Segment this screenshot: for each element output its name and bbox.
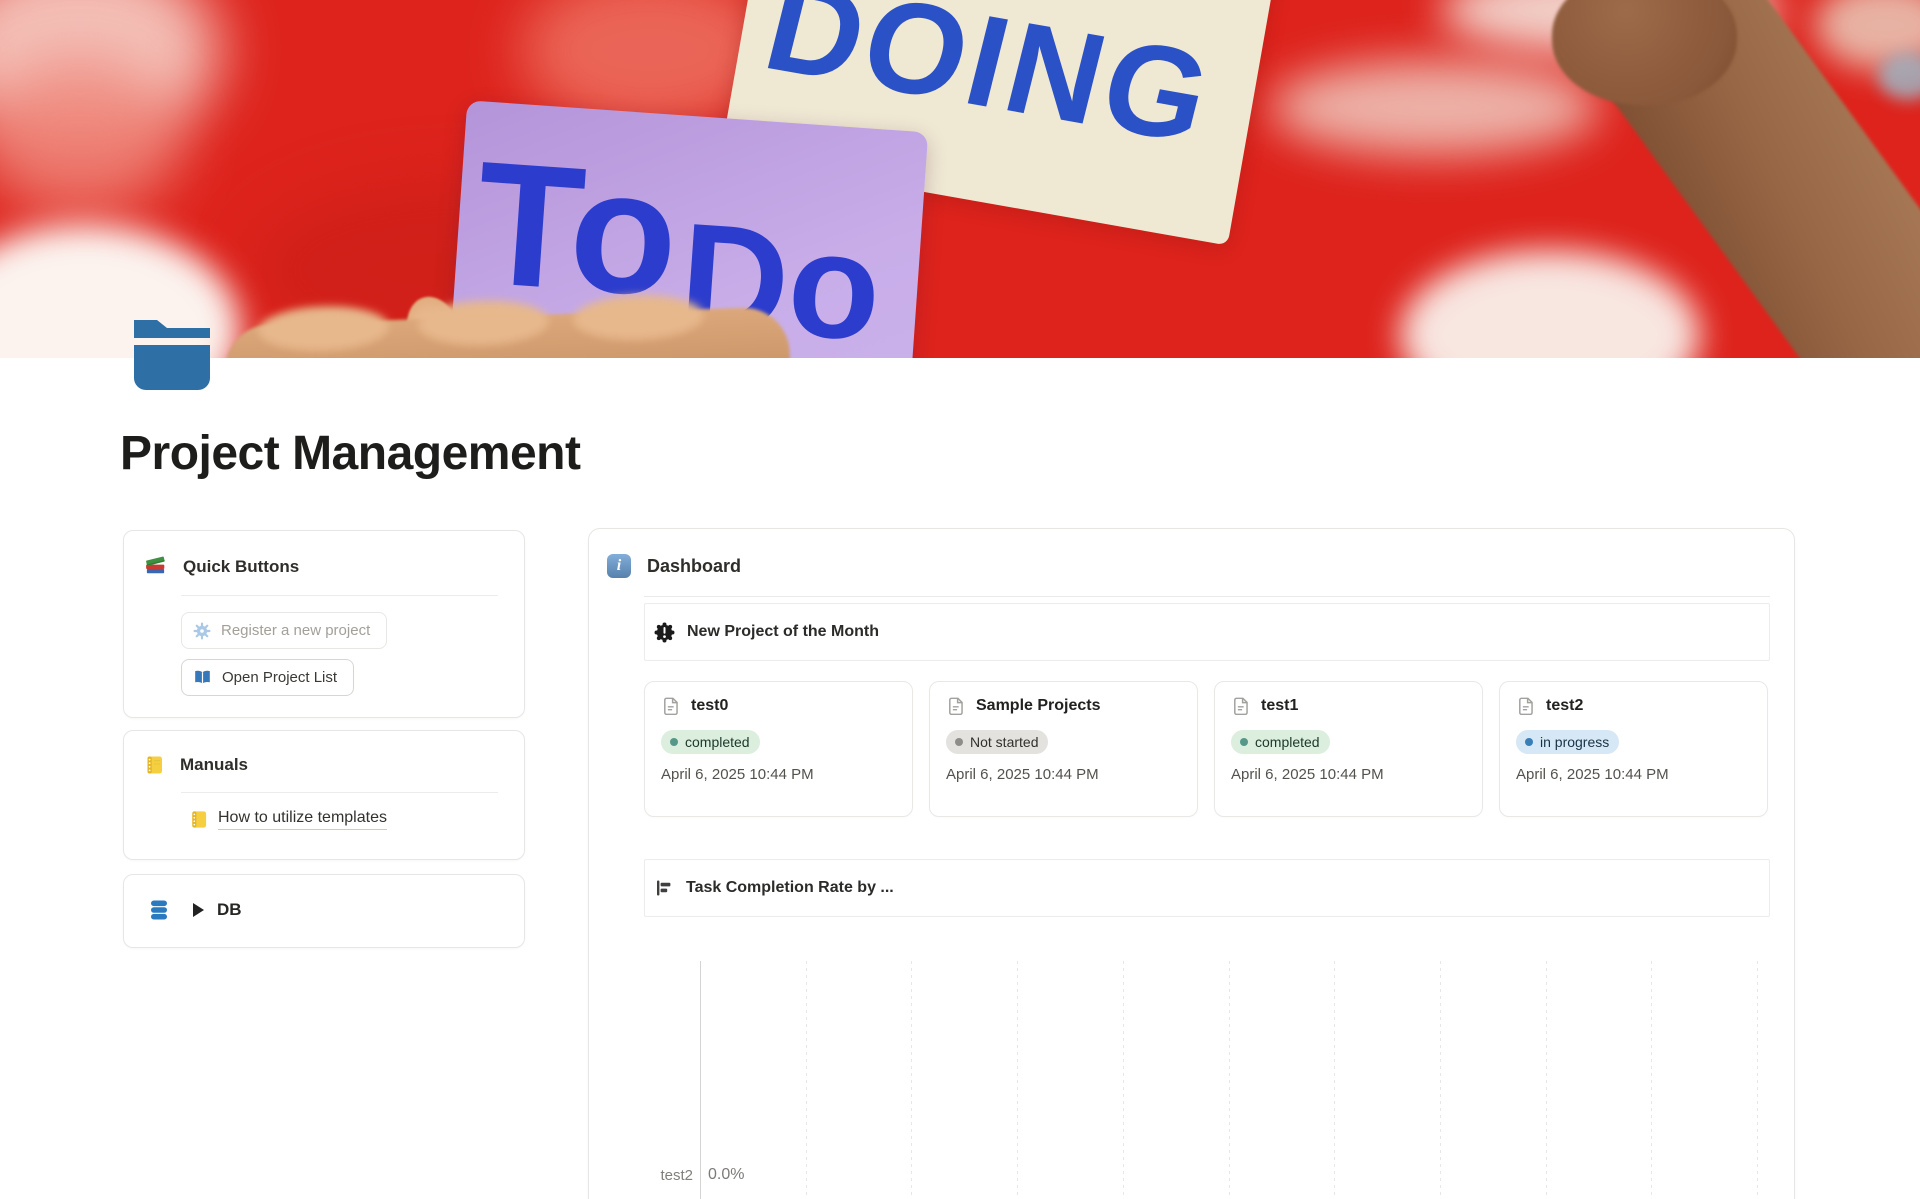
status-badge: Not started [946, 730, 1048, 754]
folder-page-icon[interactable] [133, 320, 211, 390]
project-card-sample-projects[interactable]: Sample Projects Not started April 6, 202… [929, 681, 1198, 817]
info-icon: i [607, 554, 631, 578]
open-project-list-button[interactable]: Open Project List [181, 659, 354, 696]
chart-gridline [1546, 961, 1547, 1199]
new-project-widget-header: New Project of the Month [644, 603, 1770, 661]
page-doc-icon [946, 696, 965, 715]
ledger-icon [144, 755, 164, 775]
project-card-test1[interactable]: test1 completed April 6, 2025 10:44 PM [1214, 681, 1483, 817]
status-badge: in progress [1516, 730, 1619, 754]
cover-image: DOING To Do [0, 0, 1920, 358]
chart-gridline [1123, 961, 1124, 1199]
divider [644, 596, 1770, 597]
chart-widget-title: Task Completion Rate by ... [686, 879, 894, 897]
project-card-date: April 6, 2025 10:44 PM [1231, 766, 1466, 783]
manuals-card: Manuals How to utilize templates [123, 730, 525, 860]
project-card-test2[interactable]: test2 in progress April 6, 2025 10:44 PM [1499, 681, 1768, 817]
notion-page: DOING To Do Project Management [0, 0, 1920, 1199]
task-completion-chart: test2 0.0% [589, 961, 1796, 1199]
database-icon [148, 899, 170, 921]
chevron-right-toggle-icon[interactable] [193, 903, 204, 917]
cover-blur-blob [1270, 60, 1600, 155]
chart-gridline [1651, 961, 1652, 1199]
dashboard-title: Dashboard [647, 556, 741, 577]
status-label: completed [685, 734, 750, 750]
page-doc-icon [1516, 696, 1535, 715]
status-dot [1240, 738, 1248, 746]
status-dot [955, 738, 963, 746]
horizontal-bar-chart-icon [654, 878, 674, 898]
project-cards-row: test0 completed April 6, 2025 10:44 PM S… [644, 681, 1770, 817]
db-toggle-row[interactable]: DB [124, 875, 524, 921]
status-dot [1525, 738, 1533, 746]
books-icon [144, 555, 167, 578]
status-label: Not started [970, 734, 1038, 750]
project-card-title: Sample Projects [976, 697, 1101, 715]
db-label: DB [217, 900, 242, 920]
chart-gridline [1440, 961, 1441, 1199]
db-card: DB [123, 874, 525, 948]
quick-buttons-title: Quick Buttons [183, 557, 299, 577]
chart-y-axis [700, 961, 701, 1199]
hand-holding-note [223, 306, 791, 358]
manuals-title: Manuals [180, 755, 248, 775]
quick-buttons-card: Quick Buttons Re [123, 530, 525, 718]
status-label: in progress [1540, 734, 1609, 750]
chart-widget-header: Task Completion Rate by ... [644, 859, 1770, 917]
project-card-title: test0 [691, 697, 728, 715]
divider [181, 792, 498, 793]
status-dot [670, 738, 678, 746]
exclamation-rosette-icon [654, 622, 675, 643]
chart-gridline [1334, 961, 1335, 1199]
status-badge: completed [1231, 730, 1330, 754]
chart-gridline [1017, 961, 1018, 1199]
project-card-title: test1 [1261, 697, 1298, 715]
status-label: completed [1255, 734, 1320, 750]
new-project-widget-title: New Project of the Month [687, 623, 879, 641]
project-card-test0[interactable]: test0 completed April 6, 2025 10:44 PM [644, 681, 913, 817]
chart-gridline [806, 961, 807, 1199]
project-card-title: test2 [1546, 697, 1583, 715]
project-card-date: April 6, 2025 10:44 PM [946, 766, 1181, 783]
page-title: Project Management [120, 426, 580, 481]
ledger-icon [189, 810, 208, 829]
dashboard-card: i Dashboard New Project of [588, 528, 1795, 1199]
status-badge: completed [661, 730, 760, 754]
project-card-date: April 6, 2025 10:44 PM [661, 766, 896, 783]
open-button-label: Open Project List [222, 669, 337, 686]
how-to-utilize-templates-link[interactable]: How to utilize templates [189, 809, 387, 830]
manual-link-label: How to utilize templates [218, 809, 387, 830]
register-button-label: Register a new project [221, 622, 370, 639]
page-doc-icon [1231, 696, 1250, 715]
chart-gridline [1229, 961, 1230, 1199]
cover-table-blur [1400, 250, 1700, 358]
chart-category-label: test2 [629, 1167, 693, 1184]
gear-icon [193, 622, 211, 640]
chart-value-label: 0.0% [708, 1166, 744, 1184]
open-book-icon [193, 668, 212, 687]
chart-gridline [911, 961, 912, 1199]
chart-gridline [1757, 961, 1758, 1199]
page-doc-icon [661, 696, 680, 715]
register-new-project-button[interactable]: Register a new project [181, 612, 387, 649]
project-card-date: April 6, 2025 10:44 PM [1516, 766, 1751, 783]
